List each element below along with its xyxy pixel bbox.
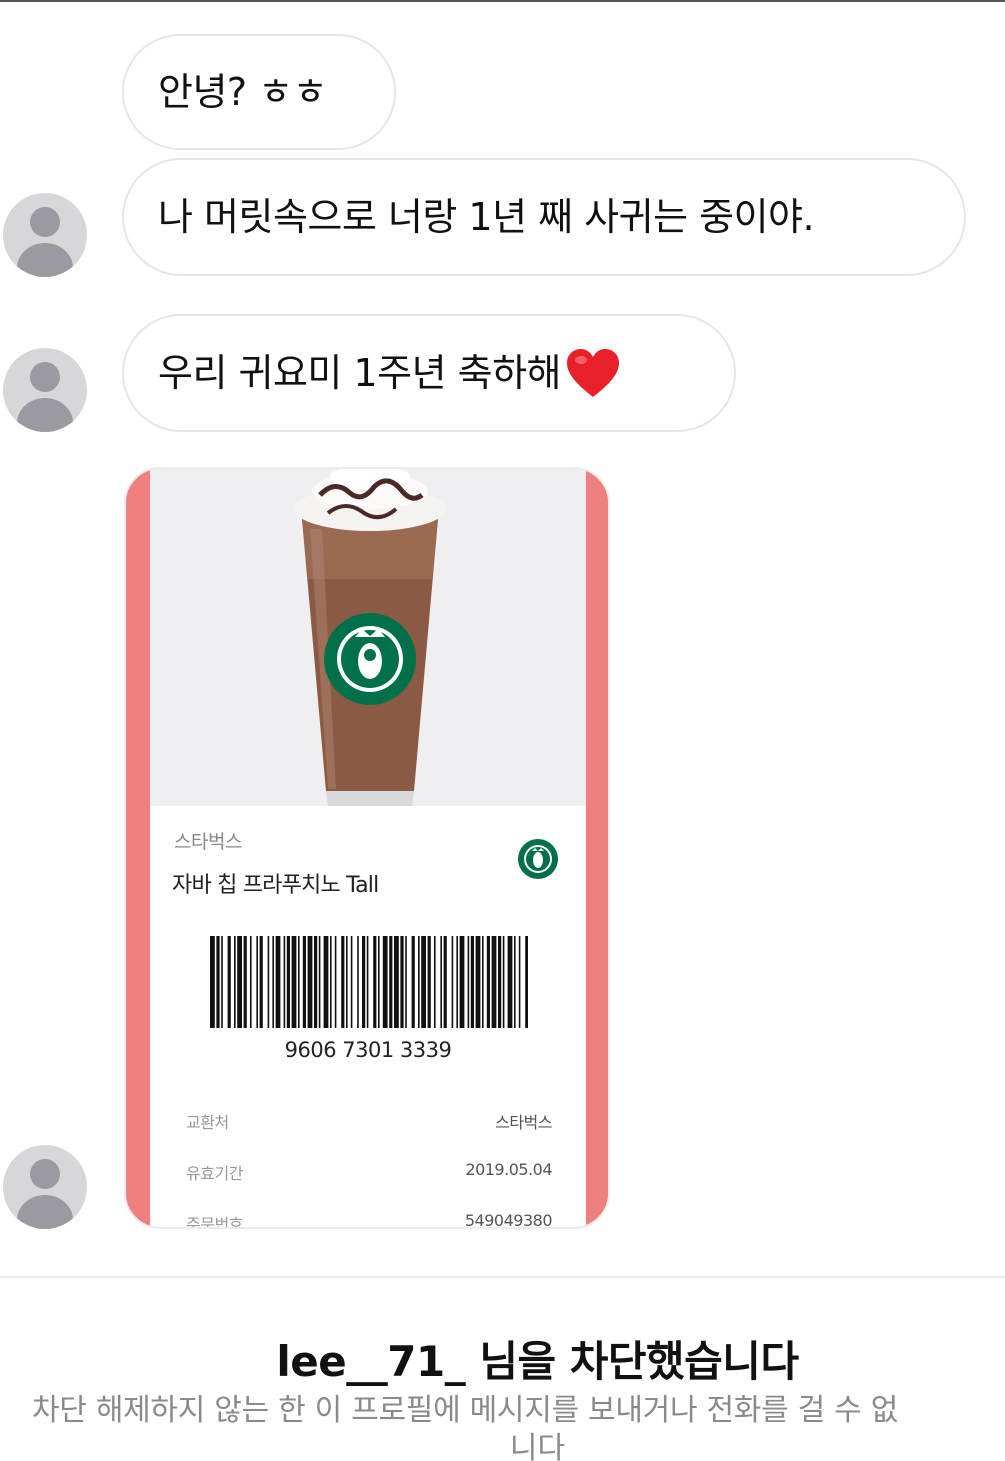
- blocked-notice-description: 차단 해제하지 않는 한 이 프로필에 메시지를 보내거나 전화를 걸 수 없: [32, 1393, 898, 1428]
- barcode-bar: [427, 936, 431, 1028]
- barcode-bar: [470, 936, 474, 1028]
- barcode-bar: [486, 936, 490, 1028]
- detail-value: 2019.05.04: [465, 1160, 552, 1179]
- message-bubble[interactable]: 나 머릿속으로 너랑 1년 째 사귀는 중이야.: [122, 158, 966, 276]
- barcode-bar: [286, 936, 290, 1028]
- barcode-bar: [507, 936, 513, 1028]
- barcode-bar: [443, 936, 447, 1028]
- barcode-bar: [498, 936, 502, 1028]
- detail-value: 549049380: [464, 1211, 553, 1229]
- avatar-shoulders-shape: [17, 243, 73, 277]
- barcode-bar: [291, 936, 297, 1028]
- barcode-bar: [357, 936, 359, 1028]
- avatar-head-shape: [30, 207, 60, 237]
- message-text: 나 머릿속으로 너랑 1년 째 사귀는 중이야.: [158, 195, 815, 239]
- blocked-title-suffix: 님을 차단했습니다: [465, 1337, 799, 1386]
- gift-card-message[interactable]: 스타벅스 자바 칩 프라푸치노 Tall 9606 7301 3339 교환처 …: [124, 467, 610, 1229]
- blocked-username: lee__71_: [276, 1337, 466, 1386]
- barcode-bar: [502, 936, 505, 1028]
- barcode-bar: [459, 936, 465, 1028]
- gift-card-body: 스타벅스 자바 칩 프라푸치노 Tall 9606 7301 3339 교환처 …: [150, 469, 586, 1229]
- detail-label: 교환처: [186, 1113, 229, 1132]
- gift-brand-label: 스타벅스: [174, 831, 242, 853]
- barcode-bar: [366, 936, 369, 1028]
- barcode-bar: [243, 936, 247, 1028]
- avatar-shoulders-shape: [17, 1195, 73, 1229]
- barcode-bar: [405, 936, 407, 1028]
- barcode-bar: [418, 936, 420, 1028]
- sender-avatar[interactable]: [3, 193, 87, 277]
- avatar-head-shape: [30, 362, 60, 392]
- sender-avatar[interactable]: [3, 348, 87, 432]
- barcode-bar: [234, 936, 236, 1028]
- section-divider: [0, 1276, 1005, 1278]
- message-bubble[interactable]: 안녕? ㅎㅎ: [122, 34, 396, 150]
- red-heart-icon: [567, 349, 620, 397]
- barcode-bar: [467, 936, 470, 1028]
- barcode-bar: [330, 936, 332, 1028]
- barcode-number: 9606 7301 3339: [284, 1038, 452, 1062]
- detail-label: 주문번호: [186, 1215, 243, 1229]
- starbucks-logo-icon: [518, 839, 558, 879]
- barcode-bar: [267, 936, 270, 1028]
- barcode-bar: [525, 936, 528, 1028]
- barcode-bar: [298, 936, 300, 1028]
- barcode-bar: [482, 936, 484, 1028]
- barcode-bar: [421, 936, 426, 1028]
- barcode-bar: [514, 936, 516, 1028]
- barcode-bar: [389, 936, 393, 1028]
- barcode-bar: [411, 936, 415, 1028]
- barcode-bar: [451, 936, 454, 1028]
- barcode-bar: [400, 936, 404, 1028]
- barcode-bar: [434, 936, 436, 1028]
- blocked-notice-title: lee__71_ 님을 차단했습니다: [0, 1328, 1005, 1389]
- avatar-shoulders-shape: [17, 398, 73, 432]
- gift-product-name: 자바 칩 프라푸치노 Tall: [172, 873, 379, 898]
- barcode-bar: [275, 936, 281, 1028]
- barcode-bar: [221, 936, 223, 1028]
- barcode-bar: [256, 936, 258, 1028]
- barcode-bar: [259, 936, 263, 1028]
- barcode-bar: [307, 936, 313, 1028]
- top-divider: [0, 0, 1005, 2]
- barcode-bar: [346, 936, 348, 1028]
- barcode-bar: [283, 936, 286, 1028]
- barcode-bar: [382, 936, 388, 1028]
- barcode-bar: [518, 936, 521, 1028]
- frappuccino-image: [294, 469, 446, 806]
- detail-label: 유효기간: [186, 1164, 243, 1183]
- barcode-bar: [440, 936, 442, 1028]
- barcode-bar: [491, 936, 497, 1028]
- barcode-bar: [350, 936, 353, 1028]
- avatar-head-shape: [30, 1159, 60, 1189]
- barcode-bar: [314, 936, 318, 1028]
- barcode-bar: [334, 936, 337, 1028]
- message-text: 안녕? ㅎㅎ: [158, 70, 328, 114]
- message-bubble[interactable]: 우리 귀요미 1주년 축하해: [122, 314, 736, 432]
- barcode-bar: [272, 936, 274, 1028]
- barcode-bar: [216, 936, 220, 1028]
- product-photo: [150, 469, 586, 806]
- sender-avatar[interactable]: [3, 1145, 87, 1229]
- barcode-bar: [362, 936, 366, 1028]
- barcode-bar: [341, 936, 345, 1028]
- barcode-bar: [302, 936, 306, 1028]
- barcode-bar: [210, 936, 215, 1028]
- gift-barcode: [210, 936, 528, 1028]
- barcode-bar: [475, 936, 481, 1028]
- barcode-bar: [227, 936, 231, 1028]
- message-text: 우리 귀요미 1주년 축하해: [158, 351, 562, 395]
- barcode-bar: [456, 936, 458, 1028]
- barcode-bar: [250, 936, 252, 1028]
- barcode-bar: [373, 936, 377, 1028]
- detail-value: 스타벅스: [495, 1113, 552, 1132]
- barcode-bar: [378, 936, 380, 1028]
- barcode-bar: [318, 936, 321, 1028]
- barcode-bar: [237, 936, 242, 1028]
- barcode-bar: [323, 936, 329, 1028]
- blocked-notice-description-end: 니다: [509, 1431, 566, 1461]
- barcode-bar: [394, 936, 399, 1028]
